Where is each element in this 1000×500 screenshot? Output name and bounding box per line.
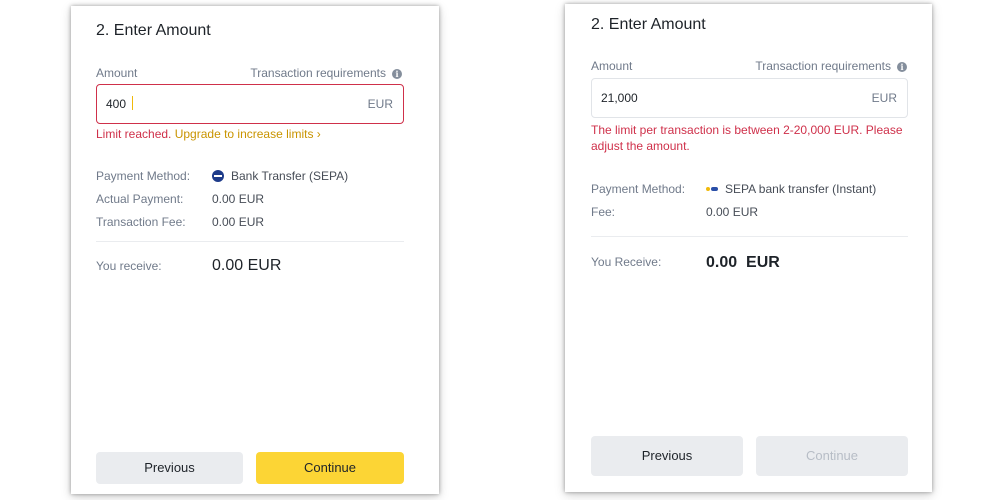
fee-label: Fee: (591, 205, 616, 219)
error-line-2: adjust the amount. (591, 139, 690, 153)
previous-button[interactable]: Previous (591, 436, 743, 476)
sepa-instant-icon (706, 185, 718, 193)
transaction-fee-label: Transaction Fee: (96, 215, 186, 229)
amount-label: Amount (591, 59, 633, 73)
divider (96, 241, 404, 242)
payment-method-label: Payment Method: (591, 182, 686, 196)
you-receive-label: You receive: (96, 259, 162, 273)
info-icon[interactable]: i (897, 61, 907, 72)
transaction-limit-error: The limit per transaction is between 2-2… (591, 122, 903, 154)
payment-method-label: Payment Method: (96, 169, 191, 183)
continue-button[interactable]: Continue (256, 452, 404, 484)
payment-method-text: Bank Transfer (SEPA) (231, 169, 349, 183)
transaction-fee-value: 0.00 EUR (212, 215, 265, 229)
text-caret (132, 96, 133, 110)
actual-payment-value: 0.00 EUR (212, 192, 265, 206)
actual-payment-label: Actual Payment: (96, 192, 184, 206)
enter-amount-panel-right: 2. Enter Amount Amount Transaction requi… (565, 4, 932, 492)
transaction-requirements-link[interactable]: Transaction requirements i (755, 59, 907, 73)
amount-input-value[interactable]: 21,000 (601, 91, 638, 105)
transaction-requirements-link[interactable]: Transaction requirements i (250, 66, 402, 80)
continue-button-disabled[interactable]: Continue (756, 436, 908, 476)
payment-method-text: SEPA bank transfer (Instant) (725, 182, 877, 196)
section-title: 2. Enter Amount (591, 16, 706, 33)
payment-method-value: SEPA bank transfer (Instant) (706, 182, 876, 196)
amount-label: Amount (96, 66, 138, 80)
transaction-requirements-label: Transaction requirements (250, 66, 386, 80)
you-receive-value: 0.00 EUR (212, 257, 282, 274)
section-title: 2. Enter Amount (96, 22, 211, 39)
info-icon[interactable]: i (392, 68, 402, 79)
transaction-requirements-label: Transaction requirements (755, 59, 891, 73)
payment-method-value: Bank Transfer (SEPA) (212, 169, 348, 183)
amount-input[interactable]: 400 EUR (96, 84, 404, 124)
amount-input-value[interactable]: 400 (106, 97, 126, 111)
you-receive-label: You Receive: (591, 255, 662, 269)
sepa-icon (212, 170, 224, 182)
enter-amount-panel-left: 2. Enter Amount Amount Transaction requi… (71, 6, 439, 494)
previous-button[interactable]: Previous (96, 452, 243, 484)
limit-error-text: Limit reached. (96, 127, 172, 141)
fee-value: 0.00 EUR (706, 205, 759, 219)
amount-input[interactable]: 21,000 EUR (591, 78, 908, 118)
currency-label: EUR (367, 97, 393, 111)
divider (591, 236, 908, 237)
currency-label: EUR (871, 91, 897, 105)
upgrade-limits-link[interactable]: Upgrade to increase limits › (175, 127, 321, 141)
limit-error-message: Limit reached. Upgrade to increase limit… (96, 126, 321, 142)
error-line-1: The limit per transaction is between 2-2… (591, 123, 903, 137)
you-receive-value: 0.00 EUR (706, 254, 780, 271)
